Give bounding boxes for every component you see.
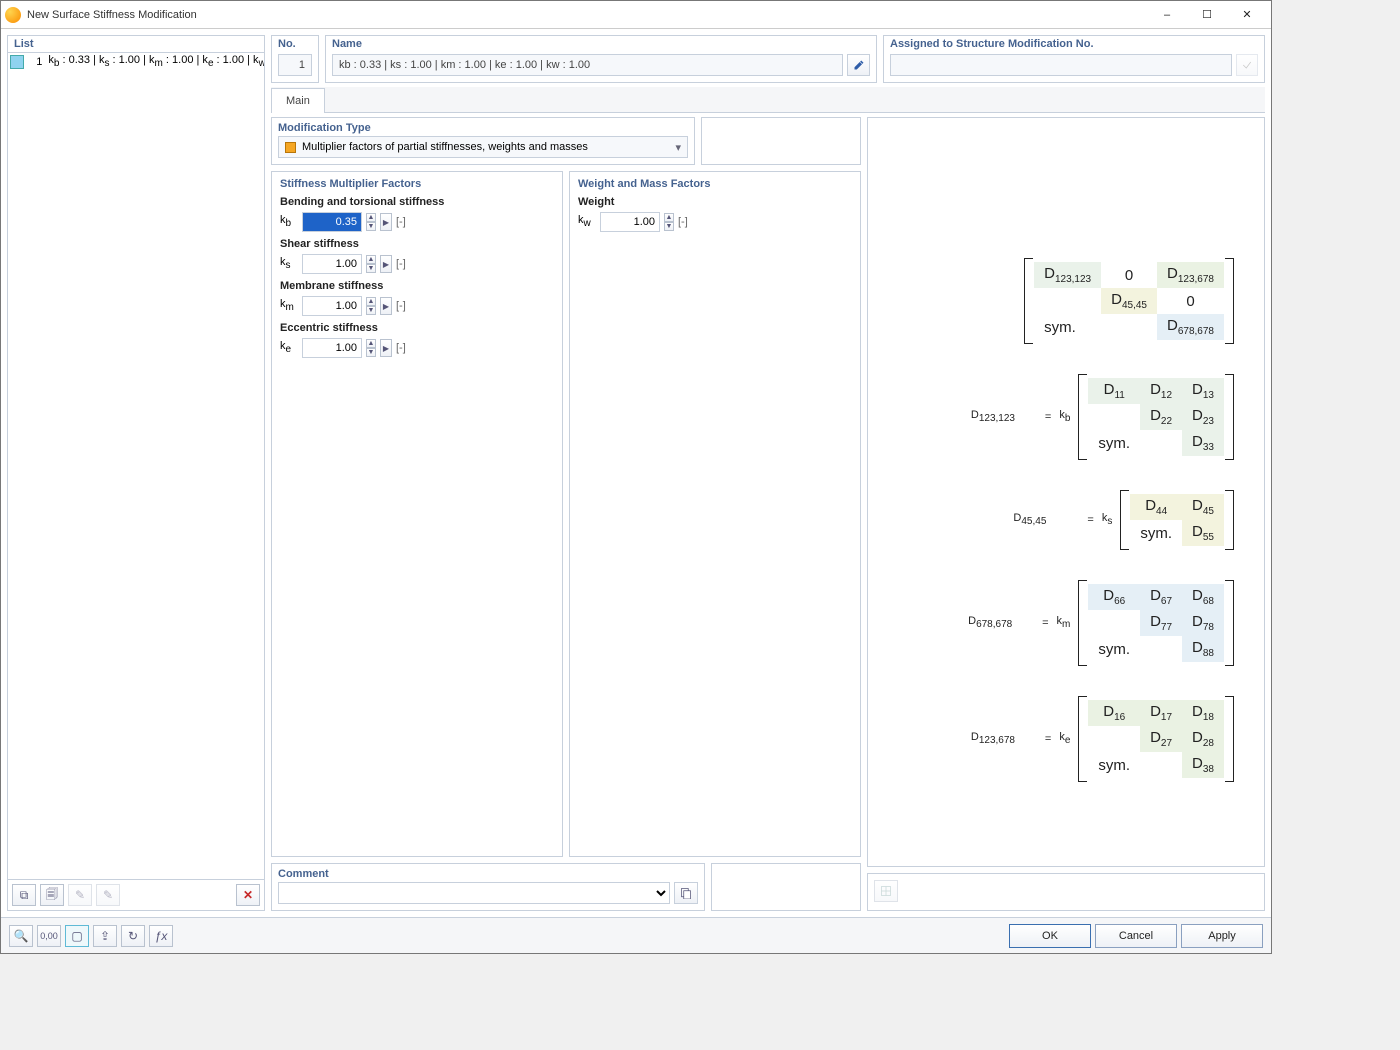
cancel-button[interactable]: Cancel [1095,924,1177,948]
minimize-button[interactable]: – [1147,4,1187,26]
bending-label: Bending and torsional stiffness [280,196,554,208]
spacer-panel [701,117,861,165]
bending-unit: [-] [396,216,406,228]
list-item-label: kb : 0.33 | ks : 1.00 | km : 1.00 | ke :… [48,54,264,69]
matrix-eq-kb: D123,123=kb D11D12D13 D22D23 sym.D33 [971,374,1234,460]
modtype-swatch-icon [285,142,296,153]
tab-strip: Main [271,87,1265,113]
modification-type-label: Modification Type [272,118,694,136]
window-title: New Surface Stiffness Modification [27,9,1147,21]
shear-symbol: ks [280,256,298,271]
pencil-icon [853,59,865,71]
notes-icon [680,887,692,899]
weight-stepper[interactable]: ▲▼ [664,213,674,231]
weight-factors-panel: Weight and Mass Factors Weight kw ▲▼ [-] [569,171,861,857]
modification-type-select[interactable]: Multiplier factors of partial stiffnesse… [278,136,688,158]
no-input[interactable] [278,54,312,76]
close-button[interactable]: ✕ [1227,4,1267,26]
assigned-label: Assigned to Structure Modification No. [884,36,1264,52]
membrane-stepper[interactable]: ▲▼ [366,297,376,315]
modification-type-panel: Modification Type Multiplier factors of … [271,117,695,165]
matrix-top: D123,1230D123,678 D45,450 sym.D678,678 [1024,258,1234,344]
bottom-bar: 🔍 0,00 ▢ ⇪ ↻ ƒx OK Cancel Apply [1,917,1271,953]
shear-input[interactable] [302,254,362,274]
list-item[interactable]: 1 kb : 0.33 | ks : 1.00 | km : 1.00 | ke… [8,53,264,71]
eccentric-unit: [-] [396,342,406,354]
comment-extra-button[interactable] [674,882,698,904]
maximize-button[interactable]: ☐ [1187,4,1227,26]
chevron-down-icon: ▾ [675,141,681,154]
list-tool2-button: ✎ [96,884,120,906]
membrane-unit: [-] [396,300,406,312]
matrix-eq-ke: D123,678=ke D16D17D18 D27D28 sym.D38 [971,696,1234,782]
no-box: No. [271,35,319,83]
name-box: Name [325,35,877,83]
eccentric-stepper[interactable]: ▲▼ [366,339,376,357]
membrane-symbol: km [280,298,298,313]
shear-label: Shear stiffness [280,238,554,250]
stiffness-factors-title: Stiffness Multiplier Factors [280,178,554,190]
app-icon [5,7,21,23]
matrix-eq-km: D678,678=km D66D67D68 D77D78 sym.D88 [968,580,1234,666]
membrane-label: Membrane stiffness [280,280,554,292]
name-label: Name [326,36,876,52]
shear-unit: [-] [396,258,406,270]
assigned-box: Assigned to Structure Modification No. [883,35,1265,83]
eccentric-symbol: ke [280,340,298,355]
preview-tool-button [874,880,898,902]
pick-assigned-button [1236,54,1258,76]
list-delete-button[interactable]: ✕ [236,884,260,906]
tool-refresh-button[interactable]: ↻ [121,925,145,947]
comment-panel: Comment [271,863,705,911]
list-panel: List 1 kb : 0.33 | ks : 1.00 | km : 1.00… [7,35,265,911]
membrane-menu-button[interactable]: ▶ [380,297,392,315]
matrix-eq-ks: D45,45=ks D44D45 sym.D55 [1013,490,1234,550]
weight-input[interactable] [600,212,660,232]
apply-button[interactable]: Apply [1181,924,1263,948]
list-item-swatch [10,55,24,69]
no-label: No. [272,36,318,52]
modification-type-value: Multiplier factors of partial stiffnesse… [302,141,669,153]
tool-box-button[interactable]: ▢ [65,925,89,947]
bending-symbol: kb [280,214,298,229]
weight-symbol: kw [578,214,596,229]
weight-label: Weight [578,196,852,208]
shear-stepper[interactable]: ▲▼ [366,255,376,273]
list-header: List [8,36,264,53]
list-tool1-button: ✎ [68,884,92,906]
dialog-window: New Surface Stiffness Modification – ☐ ✕… [0,0,1272,954]
tool-fx-button[interactable]: ƒx [149,925,173,947]
stiffness-factors-panel: Stiffness Multiplier Factors Bending and… [271,171,563,857]
tool-precision-button[interactable]: 0,00 [37,925,61,947]
eccentric-label: Eccentric stiffness [280,322,554,334]
secondary-stub [711,863,861,911]
bending-input[interactable] [302,212,362,232]
list-item-index: 1 [30,56,42,68]
bending-stepper[interactable]: ▲▼ [366,213,376,231]
edit-name-button[interactable] [847,54,870,76]
shear-menu-button[interactable]: ▶ [380,255,392,273]
grid-icon [880,885,892,897]
preview-tool-stub [867,873,1265,911]
bending-menu-button[interactable]: ▶ [380,213,392,231]
pick-icon [1241,59,1253,71]
formula-preview: D123,1230D123,678 D45,450 sym.D678,678 [867,117,1265,867]
weight-factors-title: Weight and Mass Factors [578,178,852,190]
membrane-input[interactable] [302,296,362,316]
list-new-button[interactable]: ⧉ [12,884,36,906]
tool-arrow-button[interactable]: ⇪ [93,925,117,947]
eccentric-input[interactable] [302,338,362,358]
comment-select[interactable] [278,882,670,904]
list-body[interactable]: 1 kb : 0.33 | ks : 1.00 | km : 1.00 | ke… [8,53,264,879]
eccentric-menu-button[interactable]: ▶ [380,339,392,357]
titlebar: New Surface Stiffness Modification – ☐ ✕ [1,1,1271,29]
ok-button[interactable]: OK [1009,924,1091,948]
list-copy-button[interactable]: 🗐 [40,884,64,906]
name-input[interactable] [332,54,843,76]
tool-zoom-button[interactable]: 🔍 [9,925,33,947]
assigned-input[interactable] [890,54,1232,76]
tab-main[interactable]: Main [271,88,325,113]
comment-label: Comment [278,864,698,882]
weight-unit: [-] [678,216,688,228]
